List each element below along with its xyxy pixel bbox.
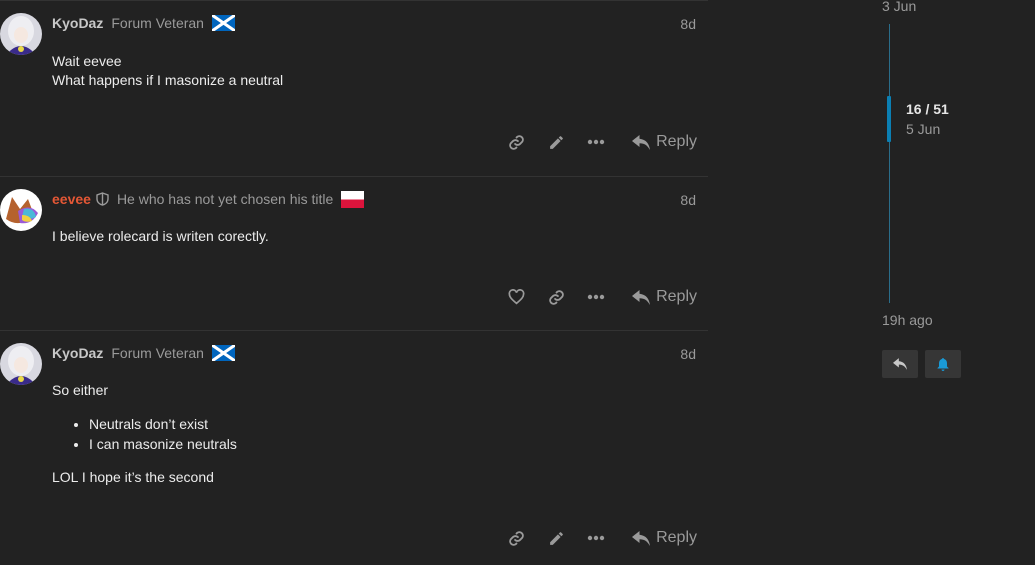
poland-flag-icon — [341, 191, 365, 208]
timeline-handle[interactable] — [887, 96, 891, 142]
scotland-flag-icon — [211, 343, 236, 363]
bell-icon — [937, 357, 949, 371]
timeline-position: 16 / 51 — [906, 101, 949, 117]
reply-button[interactable]: Reply — [616, 133, 697, 151]
post-paragraph: So either — [52, 382, 109, 398]
reply-icon — [893, 358, 907, 370]
post-1: KyoDaz Forum Veteran 8d Wait eevee What … — [0, 0, 708, 177]
bullet-list: Neutrals don’t exist I can masonize neut… — [52, 414, 672, 454]
username[interactable]: KyoDaz — [52, 345, 103, 361]
post-meta: KyoDaz Forum Veteran — [52, 343, 236, 363]
link-icon[interactable] — [496, 526, 536, 550]
post-text-line: What happens if I masonize a neutral — [52, 72, 284, 88]
pencil-icon[interactable] — [536, 130, 576, 154]
timeline-position-date: 5 Jun — [906, 121, 941, 137]
notification-button[interactable] — [925, 350, 961, 378]
timeline-start-date[interactable]: 3 Jun — [882, 0, 916, 14]
post-content: I believe rolecard is writen corectly. — [52, 227, 672, 246]
scotland-flag-icon — [211, 13, 236, 33]
avatar[interactable] — [0, 13, 42, 55]
post-paragraph: LOL I hope it’s the second — [52, 469, 214, 485]
reply-button[interactable]: Reply — [616, 288, 697, 306]
reply-label: Reply — [656, 133, 697, 150]
reply-icon — [632, 134, 651, 150]
avatar[interactable] — [0, 343, 42, 385]
ellipsis-icon[interactable] — [576, 130, 616, 154]
timeline-end-label[interactable]: 19h ago — [882, 312, 933, 328]
post-date[interactable]: 8d — [680, 192, 696, 208]
username[interactable]: eevee — [52, 191, 91, 207]
post-actions: Reply — [496, 130, 697, 154]
shield-icon — [96, 192, 109, 206]
post-text-line: Wait eevee — [52, 53, 122, 69]
reply-button[interactable]: Reply — [616, 529, 697, 547]
post-actions: Reply — [496, 285, 697, 309]
post-text-line: I believe rolecard is writen corectly. — [52, 228, 269, 244]
ellipsis-icon[interactable] — [576, 526, 616, 550]
post-meta: eevee He who has not yet chosen his titl… — [52, 190, 365, 208]
pencil-icon[interactable] — [536, 526, 576, 550]
avatar[interactable] — [0, 189, 42, 231]
link-icon[interactable] — [496, 130, 536, 154]
user-title: Forum Veteran — [111, 15, 204, 31]
post-meta: KyoDaz Forum Veteran — [52, 13, 236, 33]
heart-icon[interactable] — [496, 285, 536, 309]
post-date[interactable]: 8d — [680, 346, 696, 362]
user-title: Forum Veteran — [111, 345, 204, 361]
post-3: KyoDaz Forum Veteran 8d So either Neutra… — [0, 330, 708, 565]
post-date[interactable]: 8d — [680, 16, 696, 32]
post-2: eevee He who has not yet chosen his titl… — [0, 176, 708, 331]
post-actions: Reply — [496, 526, 697, 550]
list-item: Neutrals don’t exist — [89, 414, 672, 434]
post-content: Wait eevee What happens if I masonize a … — [52, 52, 672, 90]
post-content: So either Neutrals don’t exist I can mas… — [52, 381, 672, 502]
timeline-reply-button[interactable] — [882, 350, 918, 378]
user-title: He who has not yet chosen his title — [116, 191, 334, 207]
username[interactable]: KyoDaz — [52, 15, 103, 31]
reply-icon — [632, 289, 651, 305]
reply-label: Reply — [656, 288, 697, 305]
ellipsis-icon[interactable] — [576, 285, 616, 309]
link-icon[interactable] — [536, 285, 576, 309]
timeline-scrollarea[interactable] — [889, 24, 890, 303]
reply-icon — [632, 530, 651, 546]
reply-label: Reply — [656, 529, 697, 546]
list-item: I can masonize neutrals — [89, 434, 672, 454]
